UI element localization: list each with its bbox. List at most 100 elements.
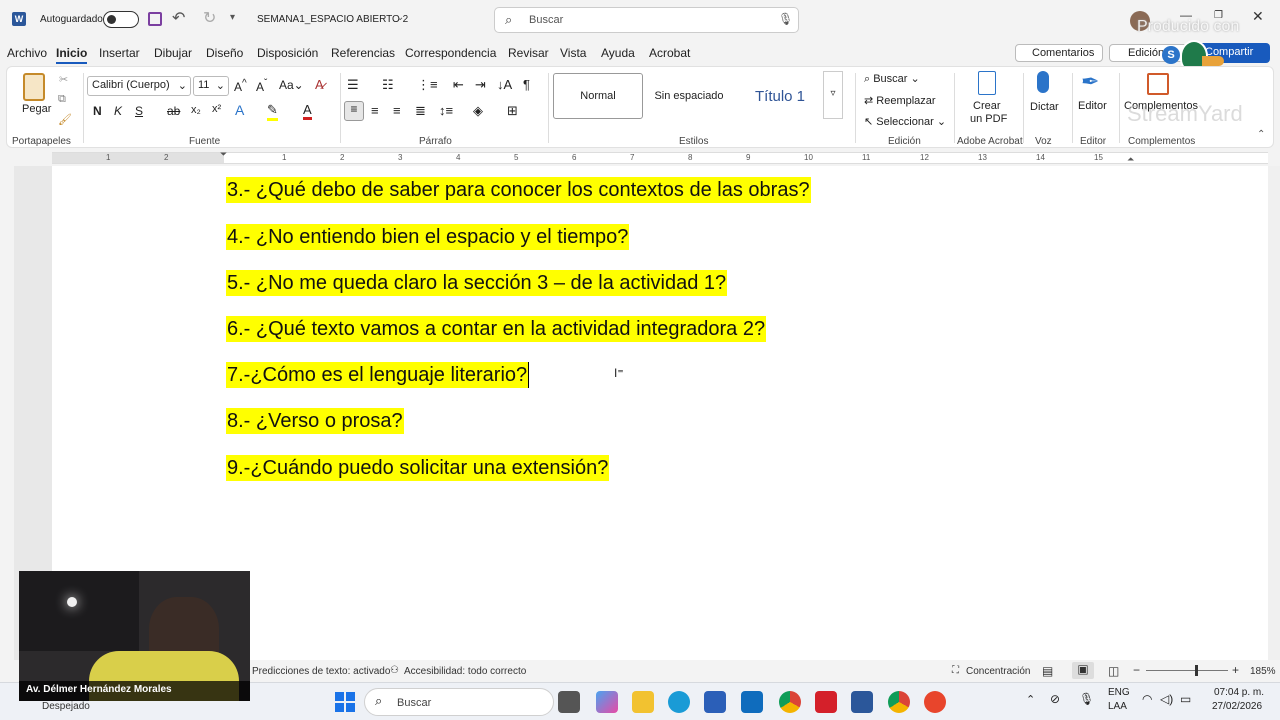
battery-icon[interactable]: ▭ bbox=[1180, 692, 1191, 706]
windows-start-icon[interactable] bbox=[335, 692, 355, 712]
zoom-out-icon[interactable]: − bbox=[1133, 663, 1140, 677]
web-layout-icon[interactable]: ◫ bbox=[1108, 664, 1119, 678]
wifi-icon[interactable]: ◠ bbox=[1142, 692, 1152, 706]
copilot-icon[interactable] bbox=[596, 691, 618, 713]
chrome-profile-icon[interactable] bbox=[888, 691, 910, 713]
editor-icon[interactable]: ✒ bbox=[1081, 69, 1099, 95]
cut-icon[interactable]: ✂ bbox=[59, 73, 68, 86]
menu-inicio[interactable]: Inicio bbox=[56, 46, 88, 64]
highlight-icon[interactable]: ✎ bbox=[267, 102, 278, 121]
menu-diseno[interactable]: Diseño bbox=[206, 46, 243, 60]
style-normal[interactable]: Normal bbox=[553, 73, 643, 119]
style-no-spacing[interactable]: Sin espaciado bbox=[647, 73, 731, 119]
question-line-5[interactable]: 5.- ¿No me queda claro la sección 3 – de… bbox=[226, 270, 728, 296]
style-heading-1[interactable]: Título 1 bbox=[737, 73, 823, 119]
font-size-select[interactable]: 11 ⌄ bbox=[193, 76, 229, 96]
font-color-icon[interactable]: A bbox=[303, 102, 312, 120]
strikethrough-icon[interactable]: ab bbox=[167, 104, 180, 118]
change-case-icon[interactable]: Aa⌄ bbox=[279, 78, 304, 92]
clear-formatting-icon[interactable]: A̷ bbox=[315, 77, 324, 92]
grow-font-icon[interactable]: A^ bbox=[234, 78, 247, 94]
save-icon[interactable] bbox=[148, 12, 162, 26]
horizontal-ruler[interactable]: ⏷ 1 2 1 2 3 4 5 6 7 8 9 10 11 12 13 14 1… bbox=[0, 149, 1280, 166]
paste-label[interactable]: Pegar bbox=[22, 103, 51, 115]
subscript-icon[interactable]: x₂ bbox=[191, 104, 201, 116]
question-line-9[interactable]: 9.-¿Cuándo puedo solicitar una extensión… bbox=[226, 455, 610, 481]
microphone-icon[interactable]: 🎙 bbox=[1079, 692, 1094, 706]
focus-mode-button[interactable]: Concentración bbox=[966, 666, 1030, 677]
shading-icon[interactable]: ◈ bbox=[473, 103, 483, 119]
undo-icon[interactable]: ↶ bbox=[172, 8, 185, 28]
customize-toolbar-icon[interactable]: ▾ bbox=[230, 12, 235, 23]
weather-status[interactable]: Despejado bbox=[42, 701, 90, 712]
word-taskbar-icon[interactable] bbox=[851, 691, 873, 713]
app-icon[interactable] bbox=[924, 691, 946, 713]
text-predictions-status[interactable]: Predicciones de texto: activado bbox=[252, 666, 390, 677]
pdf-icon[interactable] bbox=[978, 71, 996, 95]
align-center-icon[interactable]: ≡ bbox=[371, 103, 379, 118]
multilevel-list-icon[interactable]: ⋮≡ bbox=[417, 77, 438, 93]
superscript-icon[interactable]: x² bbox=[212, 103, 221, 115]
zoom-in-icon[interactable]: + bbox=[1232, 663, 1239, 677]
menu-correspondencia[interactable]: Correspondencia bbox=[405, 46, 496, 60]
numbering-icon[interactable]: ☷ bbox=[382, 77, 394, 93]
menu-insertar[interactable]: Insertar bbox=[99, 46, 140, 60]
read-mode-icon[interactable]: ▤ bbox=[1042, 664, 1053, 678]
text-effects-icon[interactable]: A bbox=[235, 102, 244, 118]
menu-revisar[interactable]: Revisar bbox=[508, 46, 549, 60]
question-line-6[interactable]: 6.- ¿Qué texto vamos a contar en la acti… bbox=[226, 316, 767, 342]
decrease-indent-icon[interactable]: ⇤ bbox=[453, 77, 464, 93]
styles-gallery-more[interactable]: ▿ bbox=[823, 71, 843, 119]
menu-ayuda[interactable]: Ayuda bbox=[601, 46, 635, 60]
menu-archivo[interactable]: Archivo bbox=[7, 46, 47, 60]
question-line-4[interactable]: 4.- ¿No entiendo bien el espacio y el ti… bbox=[226, 224, 630, 250]
create-pdf-label-2[interactable]: un PDF bbox=[970, 113, 1007, 125]
vertical-ruler[interactable] bbox=[0, 166, 14, 660]
sort-icon[interactable]: ↓A bbox=[497, 77, 512, 92]
volume-icon[interactable]: ◁) bbox=[1160, 692, 1173, 706]
font-name-select[interactable]: Calibri (Cuerpo) ⌄ bbox=[87, 76, 191, 96]
increase-indent-icon[interactable]: ⇥ bbox=[475, 77, 486, 93]
shrink-font-icon[interactable]: Aˇ bbox=[256, 78, 267, 94]
justify-icon[interactable]: ≣ bbox=[415, 103, 426, 119]
question-line-8[interactable]: 8.- ¿Verso o prosa? bbox=[226, 408, 404, 434]
task-view-icon[interactable] bbox=[558, 691, 580, 713]
menu-disposicion[interactable]: Disposición bbox=[257, 46, 318, 60]
comments-button[interactable]: Comentarios bbox=[1015, 44, 1103, 62]
accessibility-status[interactable]: Accesibilidad: todo correcto bbox=[404, 666, 526, 677]
redo-icon[interactable]: ↻ bbox=[203, 8, 216, 28]
title-chevron-icon[interactable]: ⌄ bbox=[396, 12, 404, 23]
microphone-icon[interactable]: 🎙 bbox=[778, 12, 793, 26]
right-indent-marker-icon[interactable]: ⏶ bbox=[1127, 154, 1134, 165]
bullets-icon[interactable]: ☰ bbox=[347, 77, 359, 93]
collapse-ribbon-icon[interactable]: ⌃ bbox=[1257, 129, 1265, 140]
menu-referencias[interactable]: Referencias bbox=[331, 46, 395, 60]
acrobat-icon[interactable] bbox=[815, 691, 837, 713]
zoom-slider-thumb[interactable] bbox=[1195, 665, 1198, 676]
align-left-icon[interactable]: ≡ bbox=[344, 101, 364, 121]
menu-vista[interactable]: Vista bbox=[560, 46, 586, 60]
line-spacing-icon[interactable]: ↕≡ bbox=[439, 103, 453, 118]
network-off-icon[interactable]: ⊘ bbox=[1050, 692, 1060, 706]
edge-icon[interactable] bbox=[668, 691, 690, 713]
paste-icon[interactable] bbox=[23, 73, 45, 101]
taskbar-search[interactable]: ⌕ Buscar bbox=[364, 688, 554, 716]
select-button[interactable]: ↖ Seleccionar ⌄ bbox=[864, 115, 946, 128]
vertical-scrollbar[interactable] bbox=[1268, 166, 1280, 660]
zoom-slider[interactable] bbox=[1146, 670, 1228, 671]
show-marks-icon[interactable]: ¶ bbox=[523, 77, 530, 92]
menu-acrobat[interactable]: Acrobat bbox=[649, 46, 690, 60]
file-explorer-icon[interactable] bbox=[632, 691, 654, 713]
align-right-icon[interactable]: ≡ bbox=[393, 103, 401, 118]
menu-dibujar[interactable]: Dibujar bbox=[154, 46, 192, 60]
zoom-level[interactable]: 185% bbox=[1250, 666, 1276, 677]
language-code[interactable]: ENG bbox=[1108, 687, 1130, 698]
search-box[interactable]: ⌕ Buscar 🎙 bbox=[494, 7, 799, 33]
document-title[interactable]: SEMANA1_ESPACIO ABIERTO 2 bbox=[257, 14, 408, 25]
create-pdf-label-1[interactable]: Crear bbox=[973, 100, 1001, 112]
editor-label[interactable]: Editor bbox=[1078, 100, 1107, 112]
close-icon[interactable]: ✕ bbox=[1252, 8, 1264, 25]
print-layout-icon[interactable]: ▣ bbox=[1072, 662, 1094, 679]
addins-icon[interactable] bbox=[1147, 73, 1169, 95]
replace-button[interactable]: ⇄ Reemplazar bbox=[864, 94, 936, 107]
